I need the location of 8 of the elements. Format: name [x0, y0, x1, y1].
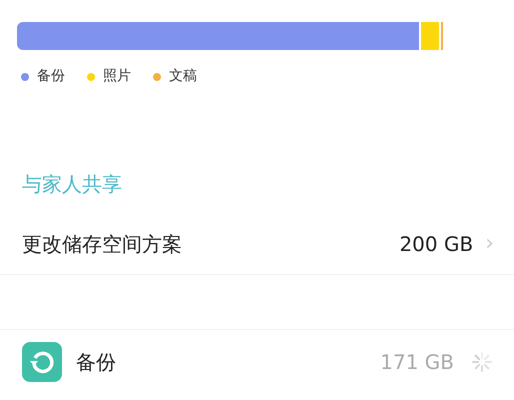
plan-label[interactable]: 更改储存空间方案 [22, 228, 182, 258]
legend-label: 文稿 [169, 67, 197, 86]
legend-label: 备份 [37, 67, 65, 86]
legend-label: 照片 [103, 67, 131, 86]
item-size: 171 GB [380, 349, 454, 376]
backup-icon [22, 342, 62, 382]
plan-value: 200 GB [399, 230, 474, 258]
item-label[interactable]: 备份 [76, 347, 380, 377]
